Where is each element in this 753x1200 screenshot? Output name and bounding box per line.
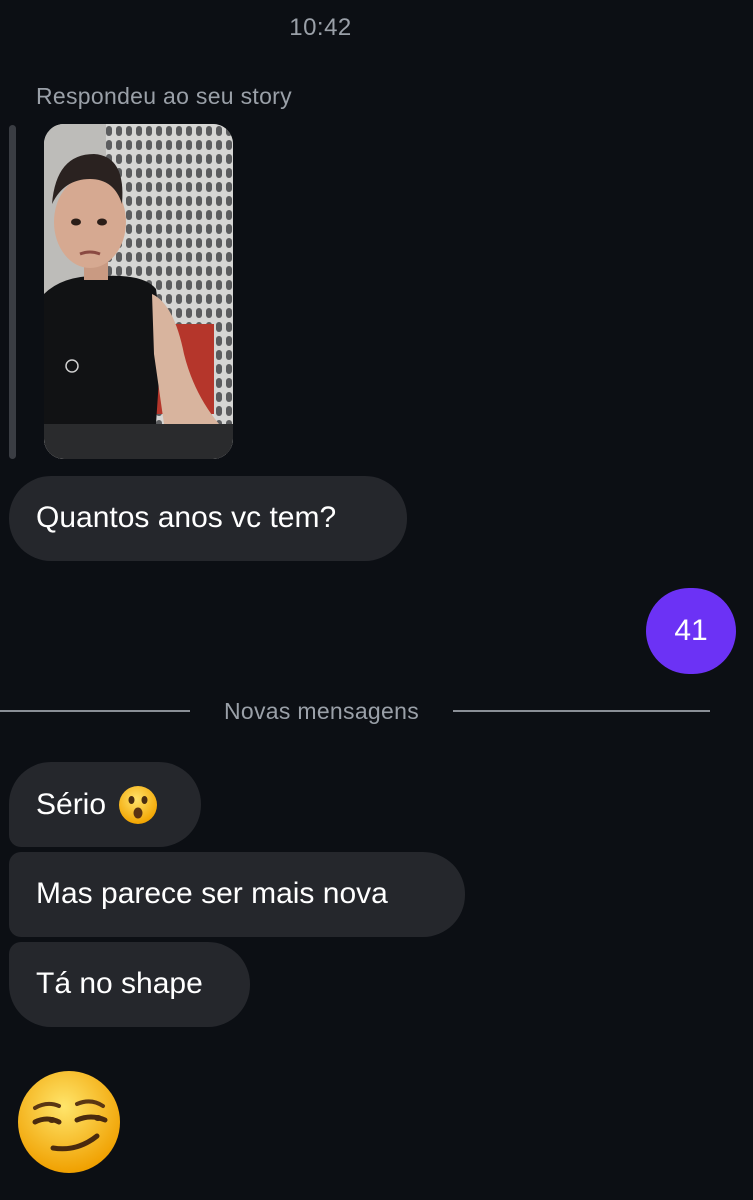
divider-line-left (0, 710, 190, 712)
story-reply-label: Respondeu ao seu story (36, 83, 292, 109)
story-thumbnail[interactable] (44, 124, 233, 459)
received-message[interactable]: Sério (9, 762, 201, 847)
reply-quote-bar (9, 125, 16, 459)
astonished-face-emoji-icon (118, 785, 158, 825)
received-message[interactable]: Tá no shape (9, 942, 250, 1027)
received-message[interactable]: Quantos anos vc tem? (9, 476, 407, 561)
message-timestamp: 10:42 (289, 14, 352, 41)
sent-message[interactable]: 41 (646, 588, 736, 674)
message-text: Sério (36, 787, 107, 821)
divider-line-right (453, 710, 710, 712)
smirking-face-emoji-icon[interactable] (15, 1068, 123, 1176)
new-messages-divider: Novas mensagens (224, 698, 419, 724)
received-message[interactable]: Mas parece ser mais nova (9, 852, 465, 937)
